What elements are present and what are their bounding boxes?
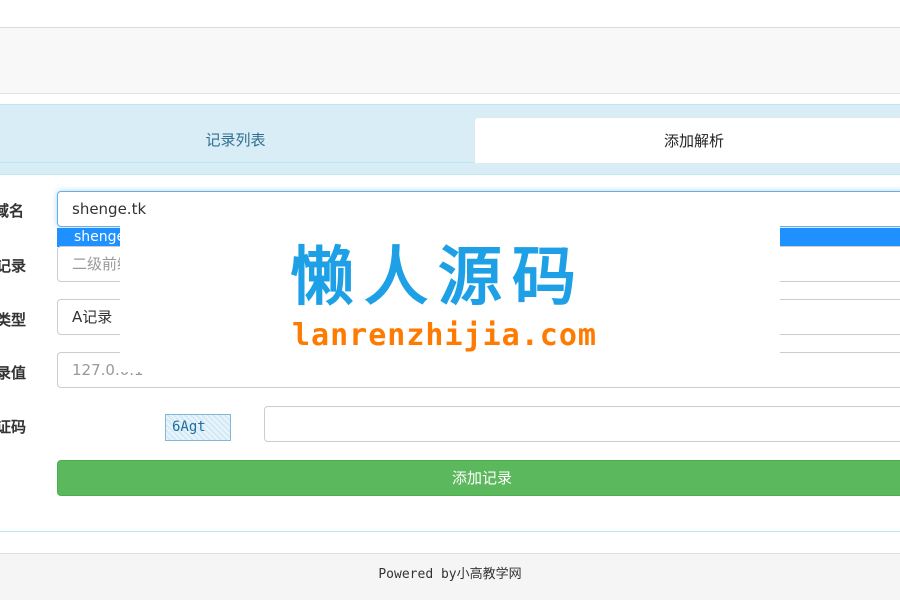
header-bar (0, 28, 900, 94)
footer: Powered by小高教学网 (0, 553, 900, 600)
tab-add-record[interactable]: 添加解析 (474, 117, 900, 163)
watermark-title: 懒人源码 (290, 241, 586, 315)
page: 记录列表 添加解析 域名 shenge.tk shenge 记录 二级前缀 类型… (0, 0, 900, 600)
captcha-image[interactable]: 6Agt (165, 414, 231, 441)
captcha-input[interactable] (264, 406, 900, 442)
top-strip (0, 0, 900, 28)
tabs-bar: 记录列表 添加解析 (0, 105, 900, 175)
tab-record-list[interactable]: 记录列表 (0, 117, 475, 163)
watermark-url: lanrenzhijia.com (292, 318, 597, 353)
record-label: 记录 (0, 257, 27, 275)
domain-label: 域名 (0, 202, 25, 220)
record-value-label: 录值 (0, 364, 27, 382)
type-label: 类型 (0, 311, 27, 329)
add-record-button[interactable]: 添加记录 (57, 460, 900, 496)
captcha-label: 证码 (0, 418, 27, 436)
